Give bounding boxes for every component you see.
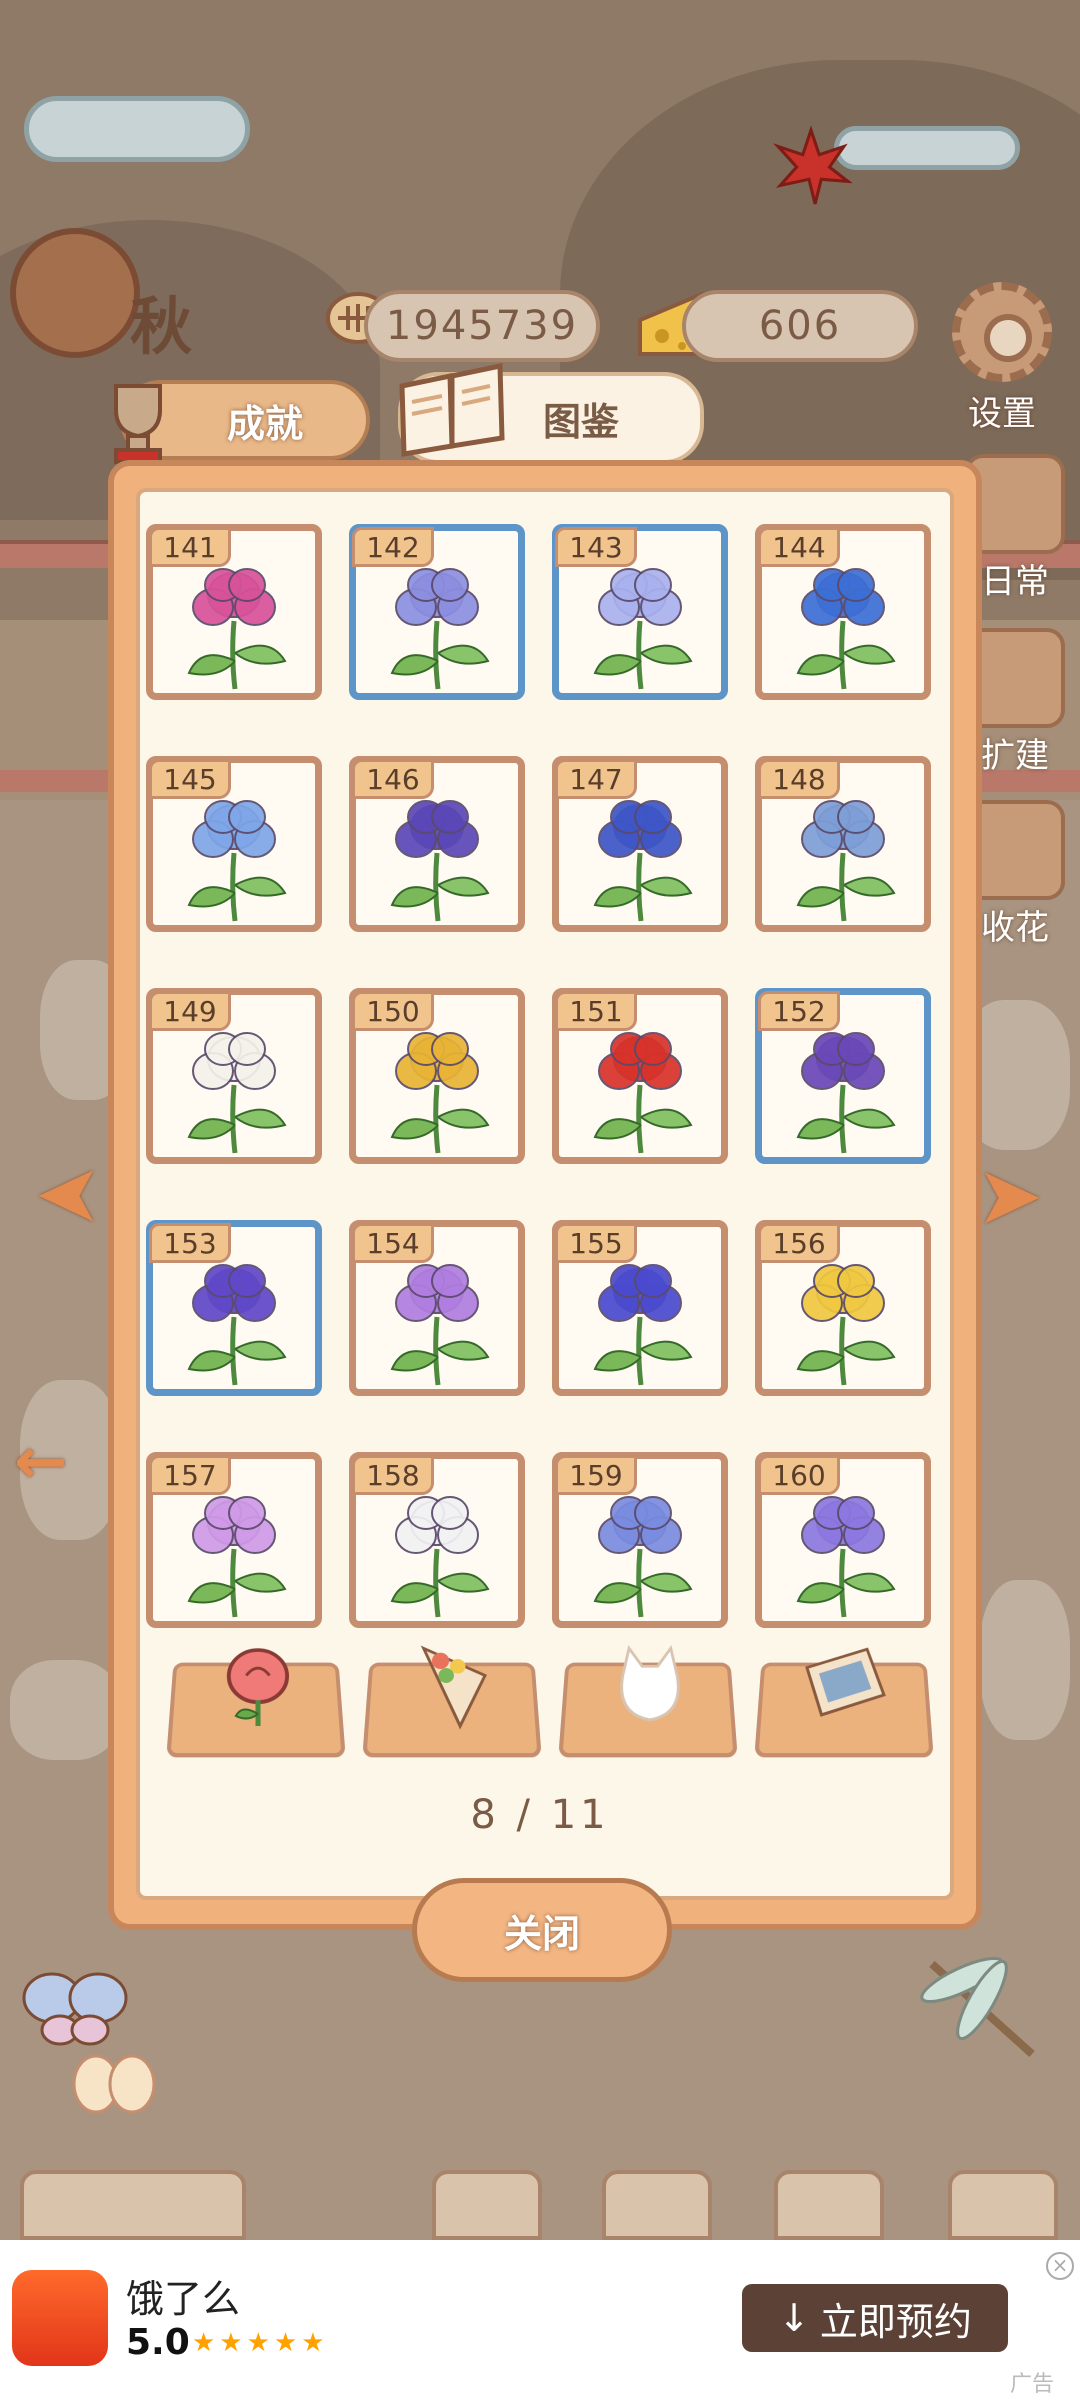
flower-card[interactable]: 160: [755, 1452, 931, 1628]
tab-codex[interactable]: 图鉴: [398, 362, 704, 464]
flower-illustration: [187, 1032, 287, 1154]
tree-icon: [10, 228, 140, 358]
book-icon: [399, 362, 505, 457]
flower-card[interactable]: 155: [552, 1220, 728, 1396]
postcard-icon: [803, 1640, 889, 1731]
flower-illustration: [390, 1032, 490, 1154]
flower-illustration: [593, 1496, 693, 1618]
trophy-button[interactable]: [948, 2170, 1058, 2240]
flower-illustration: [187, 1496, 287, 1618]
bouquet-icon: [411, 1640, 497, 1731]
flower-card[interactable]: 142: [349, 524, 525, 700]
flower-illustration: [593, 800, 693, 922]
flower-illustration: [593, 568, 693, 690]
flower-illustration: [390, 568, 490, 690]
flower-card[interactable]: 141: [146, 524, 322, 700]
shop-button[interactable]: [602, 2170, 712, 2240]
flower-illustration: [796, 800, 896, 922]
flower-illustration: [390, 1496, 490, 1618]
flower-card[interactable]: 145: [146, 756, 322, 932]
speedup-button[interactable]: [20, 2170, 246, 2240]
app-icon: [12, 2270, 108, 2366]
flower-illustration: [187, 800, 287, 922]
cat-silhouette-icon: [607, 1640, 693, 1731]
close-button[interactable]: 关闭: [412, 1878, 672, 1982]
page-indicator: 8 / 11: [470, 1792, 610, 1838]
flower-illustration: [796, 568, 896, 690]
flower-card[interactable]: 157: [146, 1452, 322, 1628]
flower-card[interactable]: 147: [552, 756, 728, 932]
flower-card[interactable]: 148: [755, 756, 931, 932]
flower-card[interactable]: 146: [349, 756, 525, 932]
ad-cta-label: 立即预约: [819, 2299, 972, 2344]
flower-illustration: [593, 1032, 693, 1154]
maple-leaf-icon: [773, 125, 852, 205]
flower-card[interactable]: 150: [349, 988, 525, 1164]
flower-illustration: [390, 800, 490, 922]
ad-app-name: 饿了么: [126, 2277, 241, 2321]
settings-button[interactable]: 设置: [944, 282, 1060, 442]
ad-label: 广告: [1010, 2372, 1055, 2397]
cloud-decoration: [24, 96, 250, 162]
tab-achievements-label: 成就: [226, 401, 303, 446]
flower-illustration: [593, 1264, 693, 1386]
flower-illustration: [187, 1264, 287, 1386]
category-tab-flowers[interactable]: [166, 1663, 346, 1758]
dragonfly-icon: [920, 1956, 1035, 2057]
next-page-arrow[interactable]: ➤: [976, 1156, 1056, 1236]
ad-reserve-button[interactable]: ↓ 立即预约: [742, 2284, 1008, 2352]
flower-illustration: [796, 1264, 896, 1386]
decor-button[interactable]: [774, 2170, 884, 2240]
flower-card[interactable]: 153: [146, 1220, 322, 1396]
star-rating-icon: ★★★★★: [192, 2328, 329, 2358]
flower-illustration: [796, 1032, 896, 1154]
rose-icon: [215, 1640, 301, 1731]
ad-rating: 5.0: [126, 2322, 190, 2363]
flower-card[interactable]: 152: [755, 988, 931, 1164]
window-button[interactable]: [432, 2170, 542, 2240]
cloud-decoration: [834, 126, 1020, 170]
close-icon[interactable]: ×: [1046, 2252, 1074, 2280]
gear-icon: [952, 282, 1052, 382]
tab-achievements[interactable]: 成就: [114, 380, 370, 464]
flower-illustration: [187, 568, 287, 690]
butterfly-icon: [72, 2054, 156, 2114]
season-indicator[interactable]: 秋: [10, 228, 240, 368]
flower-card[interactable]: 158: [349, 1452, 525, 1628]
flower-card[interactable]: 154: [349, 1220, 525, 1396]
tab-codex-label: 图鉴: [542, 399, 619, 444]
prev-page-arrow[interactable]: ➤: [22, 1147, 102, 1240]
cheese-currency-counter: 606: [682, 290, 918, 362]
season-label: 秋: [130, 290, 193, 363]
flower-card[interactable]: 144: [755, 524, 931, 700]
left-arrow-background: ←: [14, 1425, 68, 1499]
flower-illustration: [796, 1496, 896, 1618]
download-icon: ↓: [778, 2296, 810, 2340]
butterfly-icon: [22, 1972, 128, 2046]
flower-card[interactable]: 143: [552, 524, 728, 700]
ad-banner[interactable]: 饿了么 5.0 ★★★★★ ↓ 立即预约 × 广告: [0, 2240, 1080, 2400]
flower-card[interactable]: 159: [552, 1452, 728, 1628]
flower-card[interactable]: 156: [755, 1220, 931, 1396]
trophy-icon: [114, 384, 162, 464]
flower-card[interactable]: 151: [552, 988, 728, 1164]
flower-illustration: [390, 1264, 490, 1386]
category-tab-bouquets[interactable]: [362, 1663, 542, 1758]
category-tab-cats[interactable]: [558, 1663, 738, 1758]
category-tab-postcards[interactable]: [754, 1663, 934, 1758]
settings-label: 设置: [968, 394, 1036, 434]
flower-card[interactable]: 149: [146, 988, 322, 1164]
